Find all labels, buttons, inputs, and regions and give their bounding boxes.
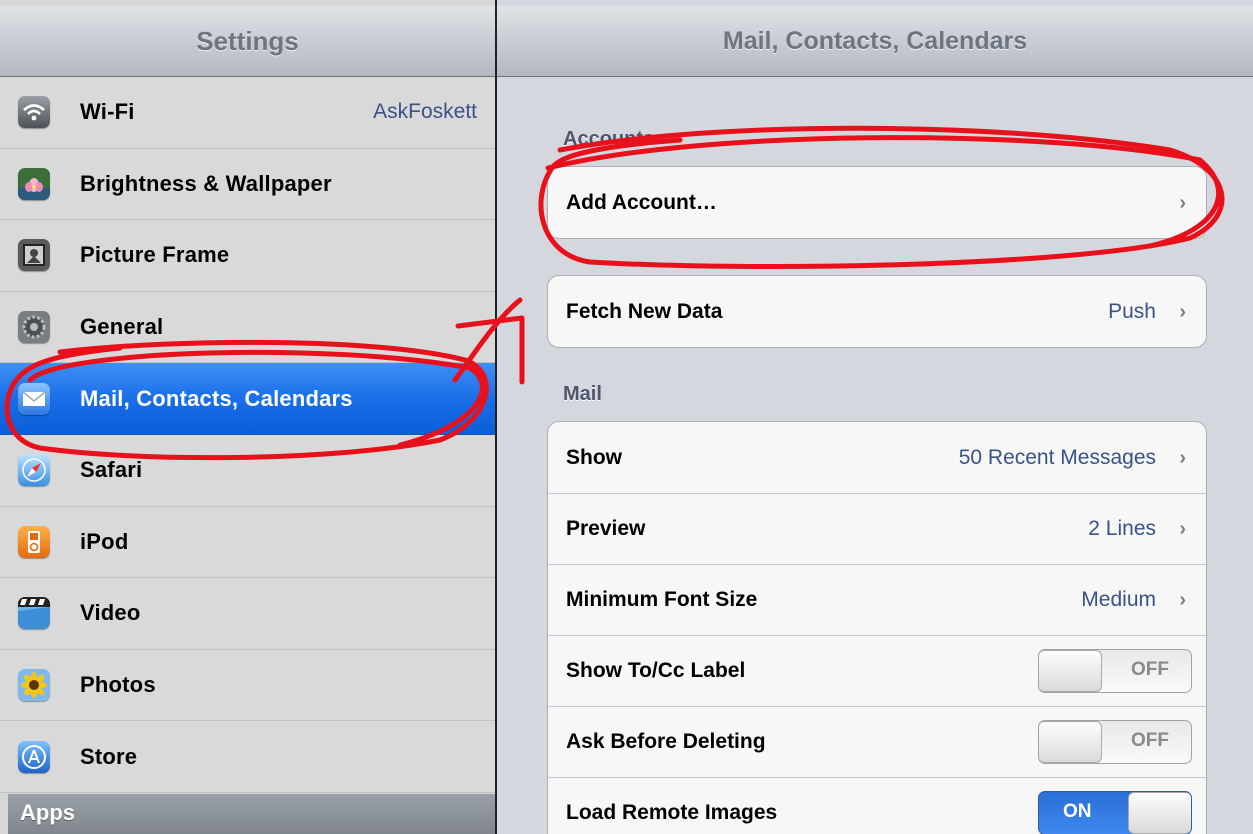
chevron-right-icon: › — [1179, 300, 1186, 323]
ask-before-deleting-row: Ask Before Deleting OFF — [548, 706, 1206, 777]
show-value: 50 Recent Messages — [958, 445, 1156, 469]
settings-item-photos[interactable]: Photos — [0, 649, 495, 722]
settings-item-label: Mail, Contacts, Calendars — [80, 385, 353, 411]
mail-group: Show 50 Recent Messages › Preview 2 Line… — [547, 421, 1207, 834]
settings-item-label: Brightness & Wallpaper — [80, 170, 332, 196]
fetch-new-data-label: Fetch New Data — [566, 299, 723, 323]
settings-item-wifi[interactable]: Wi-Fi AskFoskett — [0, 77, 495, 149]
settings-item-safari[interactable]: Safari — [0, 434, 495, 507]
fetch-new-data-value: Push — [1108, 299, 1156, 323]
safari-icon — [18, 454, 50, 487]
chevron-right-icon: › — [1179, 191, 1186, 214]
load-remote-images-label: Load Remote Images — [566, 801, 778, 824]
settings-title: Settings — [196, 25, 299, 56]
settings-item-label: Photos — [80, 672, 156, 698]
settings-item-label: Store — [80, 743, 138, 769]
video-icon — [18, 597, 50, 630]
settings-item-label: Video — [80, 600, 141, 626]
show-label: Show — [566, 445, 622, 469]
settings-master-pane: Settings Wi-Fi AskFoskett Brightness & W… — [0, 0, 495, 834]
minimum-font-size-value: Medium — [1081, 588, 1156, 611]
ipod-icon — [18, 525, 50, 558]
load-remote-images-row: Load Remote Images ON — [548, 777, 1206, 834]
show-to-cc-label-label: Show To/Cc Label — [566, 659, 746, 682]
add-account-label: Add Account… — [566, 190, 717, 214]
accounts-section-header: Accounts — [563, 128, 655, 150]
minimum-font-size-label: Minimum Font Size — [566, 588, 758, 611]
settings-item-label: Wi-Fi — [80, 99, 135, 125]
show-row[interactable]: Show 50 Recent Messages › — [548, 422, 1206, 493]
toggle-state-text: ON — [1063, 801, 1092, 822]
photos-icon — [18, 669, 50, 702]
preview-value: 2 Lines — [1088, 517, 1156, 540]
settings-item-store[interactable]: Store — [0, 721, 495, 793]
toggle-knob — [1128, 792, 1191, 834]
toggle-knob — [1039, 721, 1102, 763]
chevron-right-icon: › — [1179, 518, 1186, 540]
preview-label: Preview — [566, 517, 646, 540]
toggle-state-text: OFF — [1131, 659, 1169, 680]
wifi-network-value: AskFoskett — [373, 100, 477, 124]
show-to-cc-label-toggle[interactable]: OFF — [1038, 649, 1192, 693]
mail-section-header: Mail — [563, 383, 602, 405]
add-account-row[interactable]: Add Account… › — [548, 167, 1206, 238]
settings-item-label: Picture Frame — [80, 242, 230, 268]
chevron-right-icon: › — [1179, 446, 1186, 469]
preview-row[interactable]: Preview 2 Lines › — [548, 493, 1206, 564]
ask-before-deleting-toggle[interactable]: OFF — [1038, 720, 1192, 764]
wifi-icon — [18, 96, 50, 129]
settings-item-label: iPod — [80, 528, 129, 554]
settings-item-picture-frame[interactable]: Picture Frame — [0, 220, 495, 292]
settings-item-general[interactable]: General — [0, 291, 495, 364]
apps-section-header: Apps — [8, 794, 495, 834]
gear-icon — [18, 311, 50, 344]
settings-item-brightness-wallpaper[interactable]: Brightness & Wallpaper — [0, 148, 495, 221]
mail-detail-pane: Mail, Contacts, Calendars Accounts Add A… — [497, 0, 1253, 834]
minimum-font-size-row[interactable]: Minimum Font Size Medium › — [548, 564, 1206, 635]
settings-item-label: General — [80, 314, 164, 340]
chevron-right-icon: › — [1179, 589, 1186, 611]
show-to-cc-label-row: Show To/Cc Label OFF — [548, 635, 1206, 706]
picture-frame-icon — [18, 239, 50, 272]
accounts-group: Add Account… › — [547, 166, 1207, 239]
load-remote-images-toggle[interactable]: ON — [1038, 791, 1192, 834]
toggle-state-text: OFF — [1131, 730, 1169, 751]
settings-list: Wi-Fi AskFoskett Brightness & Wallpaper … — [0, 77, 495, 793]
detail-title: Mail, Contacts, Calendars — [722, 26, 1028, 55]
detail-nav-bar: Mail, Contacts, Calendars — [497, 6, 1253, 77]
settings-item-label: Safari — [80, 457, 143, 483]
fetch-new-data-row[interactable]: Fetch New Data Push › — [548, 276, 1206, 347]
settings-item-video[interactable]: Video — [0, 578, 495, 650]
store-icon — [18, 740, 50, 773]
apps-section-label: Apps — [20, 800, 75, 825]
brightness-wallpaper-icon — [18, 167, 50, 200]
settings-item-mail-contacts-calendars[interactable]: Mail, Contacts, Calendars — [0, 363, 495, 435]
settings-item-ipod[interactable]: iPod — [0, 506, 495, 579]
fetch-group: Fetch New Data Push › — [547, 275, 1207, 348]
mail-icon — [18, 382, 50, 415]
ask-before-deleting-label: Ask Before Deleting — [566, 730, 766, 753]
toggle-knob — [1039, 650, 1102, 692]
settings-nav-bar: Settings — [0, 6, 495, 77]
